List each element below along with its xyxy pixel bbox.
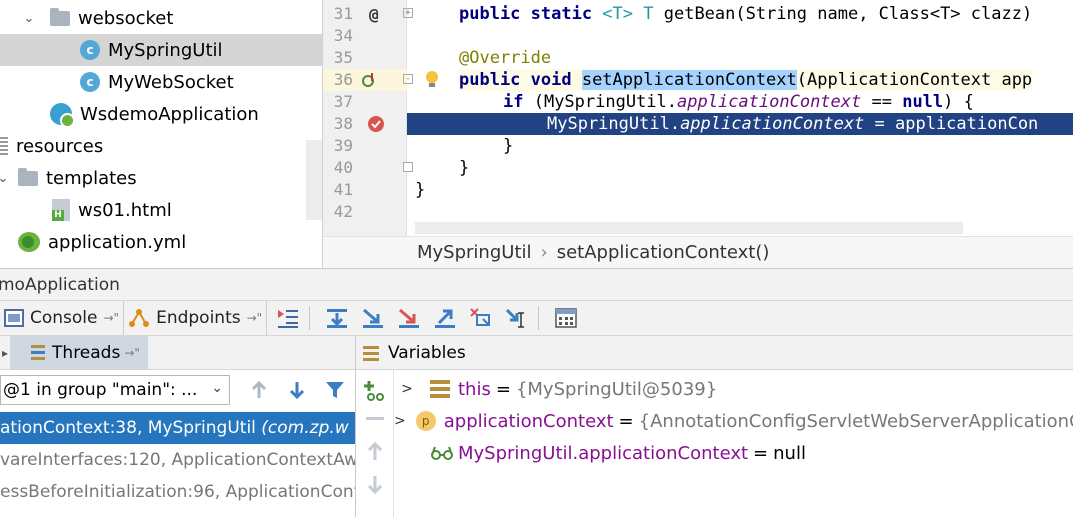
chevron-right-icon[interactable]: > — [394, 381, 420, 397]
filter-icon — [326, 382, 344, 398]
code-line[interactable]: 41 } — [323, 179, 1073, 201]
implements-marker-icon[interactable] — [361, 72, 377, 88]
variable-row[interactable]: > this = {MySpringUtil@5039} — [394, 373, 1073, 405]
fold-icon[interactable]: - — [403, 74, 413, 84]
variables-panel: Variables > this = {MySpringUtil@5039} >… — [356, 336, 1073, 517]
move-down-icon[interactable] — [366, 474, 384, 494]
breadcrumb-method[interactable]: setApplicationContext() — [557, 242, 770, 263]
project-tree: ⌄ websocket c MySpringUtil c MyWebSocket… — [0, 0, 322, 268]
tab-console[interactable]: Console →" — [0, 301, 125, 335]
object-icon — [430, 380, 450, 398]
remove-watch-icon[interactable] — [366, 414, 384, 424]
step-out-button[interactable] — [430, 303, 460, 333]
drop-frame-button[interactable] — [466, 303, 496, 333]
frame-item[interactable]: essBeforeInitialization:96, ApplicationC… — [0, 476, 355, 508]
fold-icon[interactable]: + — [403, 8, 413, 18]
run-to-cursor-button[interactable] — [502, 303, 532, 333]
fold-end-icon[interactable] — [403, 162, 413, 172]
tree-item-mywebsocket[interactable]: c MyWebSocket — [0, 66, 322, 98]
variables-icon — [363, 345, 379, 361]
chevron-left-icon[interactable]: ▸ — [2, 346, 8, 360]
parameter-icon: p — [415, 411, 436, 431]
resources-folder-icon — [0, 137, 8, 155]
arrow-up-icon — [251, 380, 267, 398]
arrow-down-icon — [289, 382, 305, 400]
threads-icon — [31, 344, 46, 360]
folder-icon — [50, 7, 70, 26]
breakpoint-icon[interactable] — [367, 115, 385, 133]
code-line[interactable]: 37 if (MySpringUtil.applicationContext =… — [323, 91, 1073, 113]
filter-frames-button[interactable] — [320, 375, 350, 405]
endpoints-icon — [129, 309, 150, 327]
show-execution-point-button[interactable] — [273, 303, 303, 333]
tree-item-templates[interactable]: ⌄ templates — [0, 162, 322, 194]
code-editor[interactable]: 31 @ + public static <T> T getBean(Strin… — [322, 0, 1073, 268]
variable-row[interactable]: MySpringUtil.applicationContext = null — [394, 437, 1073, 469]
console-icon — [4, 309, 24, 327]
step-over-button[interactable] — [322, 303, 352, 333]
folder-icon — [18, 167, 38, 186]
thread-select[interactable]: @1 in group "main": ... ⌄ — [0, 375, 230, 405]
tree-item-websocket[interactable]: ⌄ websocket — [0, 2, 322, 34]
code-line[interactable]: 42 — [323, 201, 1073, 223]
chevron-down-icon: ⌄ — [211, 380, 223, 396]
code-line[interactable]: 34 — [323, 25, 1073, 47]
spring-boot-app-icon — [50, 103, 75, 128]
tab-endpoints[interactable]: Endpoints →" — [124, 301, 268, 335]
debug-window-title: moApplication — [0, 268, 1073, 300]
class-icon: c — [80, 72, 100, 92]
variable-row[interactable]: > p applicationContext = {AnnotationConf… — [394, 405, 1073, 437]
horizontal-scrollbar[interactable] — [415, 222, 963, 234]
step-into-icon — [363, 308, 384, 328]
yaml-file-icon — [18, 232, 40, 252]
frames-panel: ▸ Threads →" @1 in group "main": ... ⌄ a… — [0, 336, 356, 517]
step-over-icon — [327, 309, 348, 328]
code-line[interactable]: 40 } — [323, 157, 1073, 179]
code-line[interactable]: 36 - public void setApplicationContext(A… — [323, 69, 1073, 91]
show-execution-point-icon — [278, 310, 299, 328]
code-line[interactable]: 31 @ + public static <T> T getBean(Strin… — [323, 3, 1073, 25]
force-step-into-button[interactable] — [394, 303, 424, 333]
frame-item[interactable]: ationContext:38, MySpringUtil (com.zp.w — [0, 412, 355, 444]
class-icon: c — [80, 40, 100, 60]
chevron-down-icon[interactable]: ⌄ — [0, 171, 10, 186]
force-step-into-icon — [399, 308, 420, 328]
code-line[interactable]: 35 @Override — [323, 47, 1073, 69]
evaluate-expression-button[interactable] — [551, 303, 581, 333]
tree-item-application-yml[interactable]: application.yml — [0, 226, 322, 258]
step-out-icon — [435, 309, 456, 328]
watch-icon — [431, 446, 453, 460]
lightbulb-icon[interactable] — [423, 69, 441, 91]
chevron-down-icon[interactable]: ⌄ — [22, 11, 36, 26]
debug-toolbar: Console →" Endpoints →" — [0, 300, 1073, 336]
next-frame-button[interactable] — [282, 375, 312, 405]
frame-item[interactable]: vareInterfaces:120, ApplicationContextAw… — [0, 444, 355, 476]
calculator-icon — [555, 308, 577, 328]
drop-frame-icon — [470, 308, 491, 326]
tree-item-wsdemoapplication[interactable]: WsdemoApplication — [0, 98, 322, 130]
tree-item-resources[interactable]: resources — [0, 130, 322, 162]
execution-line[interactable]: 38 MySpringUtil.applicationContext = app… — [323, 113, 1073, 135]
new-watch-icon[interactable] — [362, 378, 388, 402]
chevron-right-icon[interactable]: > — [394, 413, 406, 429]
breadcrumb-class[interactable]: MySpringUtil — [417, 242, 532, 263]
previous-frame-button[interactable] — [244, 375, 274, 405]
tree-item-ws01-html[interactable]: ws01.html — [0, 194, 322, 226]
tab-threads[interactable]: Threads →" — [10, 336, 148, 370]
step-into-button[interactable] — [358, 303, 388, 333]
run-to-cursor-icon — [506, 308, 525, 328]
tree-item-myspringutil[interactable]: c MySpringUtil — [0, 34, 322, 66]
scrollbar[interactable] — [306, 140, 322, 220]
move-up-icon[interactable] — [366, 442, 384, 462]
override-marker-icon[interactable]: @ — [369, 4, 385, 24]
html-file-icon — [52, 199, 70, 221]
breadcrumb: MySpringUtil › setApplicationContext() — [323, 236, 1073, 268]
code-line[interactable]: 39 } — [323, 135, 1073, 157]
